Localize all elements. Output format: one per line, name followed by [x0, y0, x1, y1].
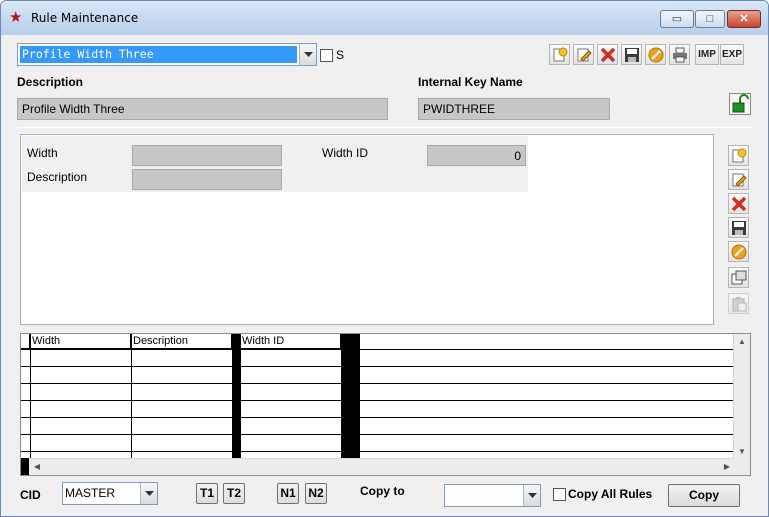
- chevron-down-icon[interactable]: [523, 485, 540, 506]
- column-header-width[interactable]: Width: [30, 334, 131, 349]
- description-label: Description: [17, 75, 84, 89]
- grid-col-line: [240, 334, 241, 460]
- copy-all-rules-checkbox[interactable]: [553, 488, 566, 501]
- rule-maintenance-window: ★ Rule Maintenance ▭ □ ✕ Profile Width T…: [0, 0, 769, 517]
- table-row: [21, 451, 735, 452]
- import-button[interactable]: IMP: [695, 44, 719, 65]
- export-button[interactable]: EXP: [720, 44, 744, 65]
- vertical-scrollbar[interactable]: ▲ ▼: [733, 334, 750, 460]
- table-row: [21, 417, 735, 418]
- width-id-field[interactable]: 0: [427, 145, 526, 166]
- new-button[interactable]: [549, 44, 570, 65]
- chevron-down-icon[interactable]: [140, 483, 157, 504]
- detail-form: Width Description Width ID 0: [22, 136, 528, 192]
- cancel-button[interactable]: [645, 44, 666, 65]
- internal-key-field[interactable]: PWIDTHREE: [418, 98, 610, 120]
- copy-all-rules-label: Copy All Rules: [568, 487, 653, 501]
- copy-button[interactable]: Copy: [668, 484, 740, 507]
- cid-select-value: MASTER: [65, 486, 116, 500]
- scrollbar-corner: [733, 458, 750, 475]
- grid-col-line: [30, 334, 31, 460]
- edit-icon: [577, 48, 592, 62]
- rules-grid[interactable]: Width Description Width ID ▲ ▼ ◀ ▶: [20, 333, 751, 476]
- table-row: [21, 400, 735, 401]
- paste-icon: [732, 297, 747, 312]
- detail-save-button[interactable]: [728, 217, 749, 238]
- cid-select[interactable]: MASTER: [62, 482, 158, 505]
- cancel-icon: [731, 244, 747, 260]
- save-button[interactable]: [621, 44, 642, 65]
- delete-button[interactable]: [597, 44, 618, 65]
- maximize-button[interactable]: □: [695, 10, 725, 28]
- new-icon: [553, 47, 568, 62]
- close-button[interactable]: ✕: [727, 10, 761, 28]
- detail-panel: Width Description Width ID 0: [20, 134, 714, 325]
- minimize-button[interactable]: ▭: [660, 10, 694, 28]
- window-title: Rule Maintenance: [31, 11, 139, 25]
- cid-label: CID: [20, 488, 41, 502]
- unlock-button[interactable]: [729, 93, 751, 115]
- client-area: Profile Width Three S IMP EXP Descriptio…: [9, 35, 760, 511]
- width-id-label: Width ID: [322, 146, 369, 160]
- t2-button[interactable]: T2: [223, 483, 245, 504]
- width-field[interactable]: [132, 145, 282, 166]
- n2-button[interactable]: N2: [305, 483, 327, 504]
- grid-col-line: [131, 334, 132, 460]
- save-icon: [625, 48, 639, 62]
- detail-paste-button[interactable]: [728, 293, 749, 314]
- t1-button[interactable]: T1: [196, 483, 218, 504]
- scroll-left-icon[interactable]: ◀: [29, 459, 45, 475]
- title-bar[interactable]: ★ Rule Maintenance ▭ □ ✕: [1, 1, 768, 35]
- column-header-description[interactable]: Description: [131, 334, 232, 349]
- detail-cancel-button[interactable]: [728, 241, 749, 262]
- delete-icon: [600, 47, 616, 63]
- scroll-up-icon[interactable]: ▲: [734, 334, 750, 350]
- detail-toolbar: [727, 143, 751, 327]
- cancel-icon: [648, 47, 664, 63]
- width-label: Width: [27, 146, 58, 160]
- new-icon: [732, 148, 747, 163]
- n1-button[interactable]: N1: [277, 483, 299, 504]
- table-row: [21, 349, 735, 350]
- star-icon: ★: [9, 9, 23, 26]
- profile-select[interactable]: Profile Width Three: [17, 43, 317, 66]
- s-checkbox[interactable]: [320, 49, 333, 62]
- edit-icon: [732, 173, 747, 187]
- row-header-corner: [21, 334, 30, 349]
- detail-copy-button[interactable]: [728, 267, 749, 288]
- detail-description-label: Description: [27, 170, 88, 184]
- profile-select-value: Profile Width Three: [20, 46, 297, 63]
- row-header-footer: [21, 458, 29, 475]
- detail-new-button[interactable]: [728, 145, 749, 166]
- column-header-width-id[interactable]: Width ID: [240, 334, 341, 349]
- delete-icon: [731, 196, 747, 212]
- detail-description-field[interactable]: [132, 169, 282, 190]
- detail-delete-button[interactable]: [728, 193, 749, 214]
- table-row: [21, 383, 735, 384]
- save-icon: [732, 221, 746, 235]
- edit-button[interactable]: [573, 44, 594, 65]
- unlock-icon: [732, 94, 749, 113]
- detail-edit-button[interactable]: [728, 169, 749, 190]
- internal-key-label: Internal Key Name: [418, 75, 523, 89]
- chevron-down-icon[interactable]: [299, 44, 316, 65]
- print-button[interactable]: [669, 44, 690, 65]
- copy-to-label: Copy to: [360, 484, 405, 498]
- horizontal-scrollbar[interactable]: ◀ ▶: [29, 458, 735, 475]
- column-separator: [232, 334, 240, 460]
- print-icon: [673, 47, 687, 63]
- divider: [17, 127, 752, 128]
- copy-icon: [731, 270, 747, 285]
- column-separator: [341, 334, 360, 460]
- description-field[interactable]: Profile Width Three: [17, 98, 388, 120]
- table-row: [21, 366, 735, 367]
- copy-to-select[interactable]: [444, 484, 541, 507]
- table-row: [21, 434, 735, 435]
- s-checkbox-label: S: [336, 48, 345, 62]
